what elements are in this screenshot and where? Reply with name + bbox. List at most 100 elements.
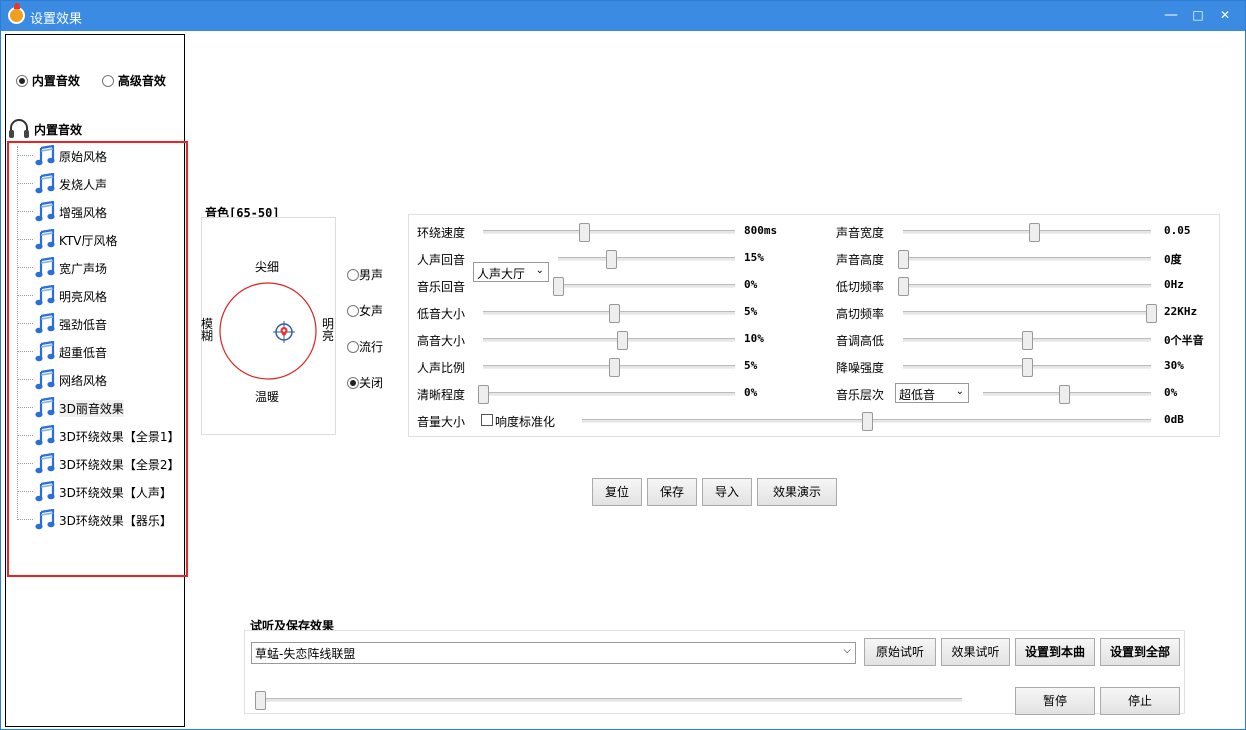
slider-thumb[interactable] (609, 304, 621, 323)
radio-circle[interactable] (347, 304, 359, 317)
tree-item[interactable]: 原始风格 (17, 143, 177, 169)
title-bar[interactable]: 设置效果 — □ ✕ (1, 1, 1245, 31)
builtin-mode-label: 内置音效 (31, 74, 80, 88)
slider-track[interactable] (903, 304, 1157, 323)
slider-track[interactable] (983, 385, 1151, 404)
set-to-song-button[interactable]: 设置到本曲 (1015, 638, 1095, 666)
maximize-button[interactable]: □ (1187, 5, 1209, 25)
progress-thumb[interactable] (255, 691, 266, 710)
voice-option-radio[interactable]: 女声 (347, 302, 383, 319)
slider-track[interactable] (483, 304, 735, 323)
pause-button[interactable]: 暂停 (1015, 687, 1095, 715)
tree-item[interactable]: 3D丽音效果 (17, 395, 177, 421)
voice-option-label: 女声 (359, 304, 384, 318)
effect-demo-button[interactable]: 效果演示 (757, 478, 837, 506)
slider-thumb[interactable] (1022, 358, 1033, 377)
volume-slider-thumb[interactable] (861, 412, 873, 431)
slider-track[interactable] (483, 223, 735, 242)
advanced-mode-radio[interactable]: 高级音效 (102, 72, 166, 89)
tone-pad[interactable]: 尖细 温暖 模糊 明亮 (201, 217, 336, 435)
slider-thumb[interactable] (898, 250, 909, 269)
tree-root-label: 内置音效 (34, 123, 83, 137)
tree-item[interactable]: 发烧人声 (17, 171, 177, 197)
slider-label: 音乐回音 (417, 280, 466, 294)
tree-item[interactable]: 3D环绕效果【全景1】 (17, 423, 180, 449)
tree-item[interactable]: 宽广声场 (17, 255, 177, 281)
radio-circle[interactable] (347, 340, 359, 353)
volume-slider-track[interactable] (582, 412, 1151, 431)
reset-button[interactable]: 复位 (592, 478, 642, 506)
tree-item[interactable]: 3D环绕效果【人声】 (17, 479, 177, 505)
slider-thumb[interactable] (898, 277, 909, 296)
slider-track[interactable] (478, 385, 735, 404)
settings-window: 设置效果 — □ ✕ 内置音效 高级音效 内置音效 原始风格发烧人声 增强风格 KT… (0, 0, 1246, 730)
playback-progress[interactable] (255, 691, 962, 710)
slider-thumb[interactable] (578, 223, 590, 242)
tree-connector (17, 379, 33, 380)
slider-thumb[interactable] (1022, 331, 1033, 350)
voice-option-label: 流行 (359, 340, 384, 354)
slider-track[interactable] (898, 250, 1151, 269)
preset-select[interactable]: 人声大厅 ⌄ (473, 262, 549, 282)
radio-circle[interactable] (16, 74, 28, 87)
effect-preview-button[interactable]: 效果试听 (941, 638, 1010, 666)
tree-item[interactable]: 3D环绕效果【器乐】 (17, 507, 177, 533)
tree-connector (17, 183, 33, 184)
tone-circle[interactable] (218, 281, 318, 381)
builtin-mode-radio[interactable]: 内置音效 (16, 72, 80, 89)
music-note-icon (34, 508, 56, 531)
voice-option-radio[interactable]: 流行 (347, 338, 383, 355)
import-button[interactable]: 导入 (702, 478, 752, 506)
tree-item[interactable]: 增强风格 (17, 199, 177, 225)
slider-track[interactable] (898, 277, 1151, 296)
slider-value: 10% (744, 332, 764, 345)
tree-item[interactable]: 网络风格 (17, 367, 177, 393)
stop-button[interactable]: 停止 (1100, 687, 1180, 715)
slider-track[interactable] (903, 331, 1151, 350)
tree-item[interactable]: 强劲低音 (17, 311, 177, 337)
tree-item-label: 强劲低音 (59, 318, 108, 332)
slider-thumb[interactable] (616, 331, 628, 350)
preset-select[interactable]: 超低音 ⌄ (895, 383, 969, 403)
tree-item-label: 3D丽音效果 (59, 400, 124, 417)
tone-bottom-label: 温暖 (255, 390, 280, 404)
radio-circle[interactable] (102, 74, 114, 87)
original-preview-button[interactable]: 原始试听 (864, 638, 936, 666)
tree-item-label: 原始风格 (59, 150, 108, 164)
slider-track[interactable] (483, 358, 735, 377)
loudness-normalize-checkbox[interactable] (481, 414, 493, 426)
close-button[interactable]: ✕ (1214, 5, 1236, 25)
slider-thumb[interactable] (1146, 304, 1157, 323)
target-icon[interactable] (273, 321, 295, 343)
slider-thumb[interactable] (1029, 223, 1041, 242)
slider-thumb[interactable] (609, 358, 621, 377)
preview-panel: 草蜢-失恋阵线联盟 ⌵ 原始试听 效果试听 设置到本曲 设置到全部 暂停 停止 (244, 630, 1185, 715)
slider-track[interactable] (483, 331, 735, 350)
minimize-button[interactable]: — (1160, 5, 1182, 25)
radio-circle[interactable] (347, 268, 359, 281)
set-to-all-button[interactable]: 设置到全部 (1100, 638, 1180, 666)
voice-option-radio[interactable]: 关闭 (347, 374, 383, 391)
slider-thumb[interactable] (478, 385, 489, 404)
tree-item[interactable]: 超重低音 (17, 339, 177, 365)
slider-thumb[interactable] (1058, 385, 1070, 404)
slider-track[interactable] (903, 223, 1151, 242)
tree-item[interactable]: 3D环绕效果【全景2】 (17, 451, 180, 477)
song-select[interactable]: 草蜢-失恋阵线联盟 ⌵ (251, 642, 856, 664)
slider-thumb[interactable] (553, 277, 564, 296)
tree-connector (17, 463, 33, 464)
save-button[interactable]: 保存 (647, 478, 697, 506)
music-note-icon (34, 424, 56, 447)
voice-option-radio[interactable]: 男声 (347, 266, 383, 283)
tree-item[interactable]: 明亮风格 (17, 283, 177, 309)
radio-circle[interactable] (347, 376, 359, 389)
slider-track[interactable] (903, 358, 1151, 377)
slider-thumb[interactable] (606, 250, 618, 269)
slider-track[interactable] (553, 277, 735, 296)
app-icon (8, 3, 25, 24)
slider-label: 人声比例 (417, 361, 466, 375)
slider-label: 高切频率 (836, 307, 885, 321)
tree-item[interactable]: KTV厅风格 (17, 227, 177, 253)
slider-label: 低切频率 (836, 280, 885, 294)
slider-track[interactable] (558, 250, 735, 269)
